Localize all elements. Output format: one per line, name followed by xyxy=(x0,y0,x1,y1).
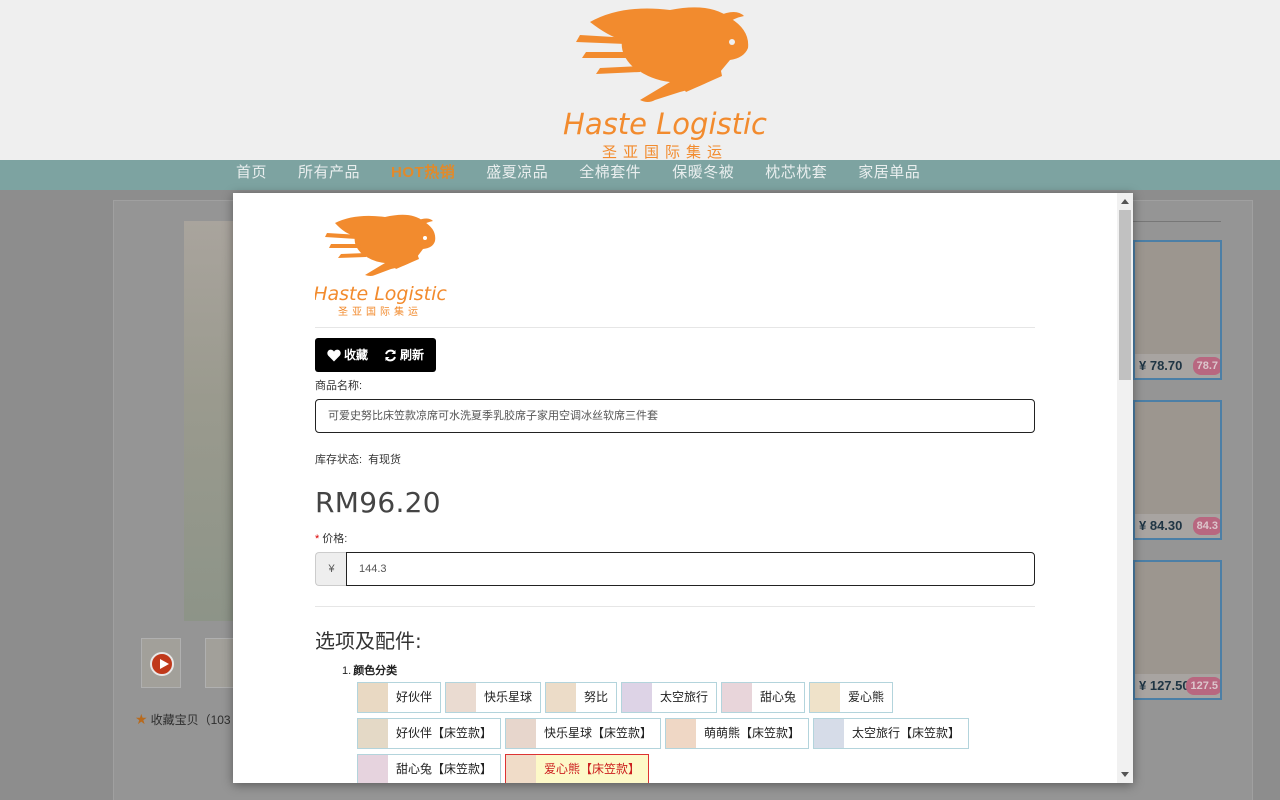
nav-item[interactable]: 首页 xyxy=(236,160,267,190)
option-swatch-image xyxy=(358,719,388,748)
nav-item[interactable]: 保暖冬被 xyxy=(672,160,734,190)
related-product-price: ¥ 84.30 84.3 xyxy=(1135,514,1220,538)
options-title: 选项及配件: xyxy=(315,629,422,653)
option-label: 甜心兔【床笠款】 xyxy=(395,762,492,776)
site-header: Haste Logistic 圣亚国际集运 xyxy=(0,0,1280,160)
option-label: 努比 xyxy=(583,690,608,704)
color-option[interactable]: 萌萌熊【床笠款】 xyxy=(665,718,809,749)
option-swatch-image xyxy=(446,683,476,712)
nav-item[interactable]: HOT热销 xyxy=(391,160,455,190)
svg-text:Haste Logistic: Haste Logistic xyxy=(315,283,447,305)
heart-icon xyxy=(327,349,341,361)
option-label: 快乐星球【床笠款】 xyxy=(543,726,652,740)
color-option[interactable]: 太空旅行 xyxy=(621,682,717,713)
main-navbar: 首页 所有产品 HOT热销 盛夏凉品 全棉套件 保暖冬被 枕芯枕套 家居单品 xyxy=(0,160,1280,190)
related-product-card[interactable]: ¥ 84.30 84.3 xyxy=(1133,400,1222,540)
divider xyxy=(1133,221,1221,222)
option-label: 萌萌熊【床笠款】 xyxy=(703,726,800,740)
option-label: 太空旅行【床笠款】 xyxy=(851,726,960,740)
refresh-button[interactable]: 刷新 xyxy=(376,338,432,372)
color-option[interactable]: 好伙伴 xyxy=(357,682,441,713)
option-swatch-image xyxy=(622,683,652,712)
nav-item[interactable]: 所有产品 xyxy=(298,160,360,190)
color-option[interactable]: 太空旅行【床笠款】 xyxy=(813,718,969,749)
currency-addon: ¥ xyxy=(315,552,347,586)
color-option[interactable]: 好伙伴【床笠款】 xyxy=(357,718,501,749)
svg-text:Haste Logistic: Haste Logistic xyxy=(563,107,767,141)
haste-logistic-logo[interactable]: Haste Logistic 圣亚国际集运 xyxy=(560,0,770,160)
option-label: 甜心兔 xyxy=(759,690,796,704)
price-label: * 价格: xyxy=(315,533,348,545)
image-thumbnail[interactable] xyxy=(205,638,234,688)
video-thumbnail[interactable] xyxy=(141,638,181,688)
option-swatch-image xyxy=(666,719,696,748)
option-label: 好伙伴【床笠款】 xyxy=(395,726,492,740)
option-swatch-image xyxy=(358,683,388,712)
option-swatch-image xyxy=(546,683,576,712)
svg-text:圣亚国际集运: 圣亚国际集运 xyxy=(338,305,422,318)
option-swatch-image xyxy=(358,755,388,783)
product-name-field[interactable]: 可爱史努比床笠款凉席可水洗夏季乳胶席子家用空调冰丝软席三件套 xyxy=(315,399,1035,433)
option-label: 爱心熊 xyxy=(847,690,884,704)
option-group-title: 1. 颜色分类 xyxy=(342,665,398,677)
option-swatch-image xyxy=(506,755,536,783)
color-option[interactable]: 爱心熊 xyxy=(809,682,893,713)
related-product-card[interactable]: ¥ 78.70 78.7 xyxy=(1133,240,1222,380)
divider xyxy=(315,606,1035,607)
option-swatch-image xyxy=(814,719,844,748)
color-option[interactable]: 甜心兔 xyxy=(721,682,805,713)
option-swatch-image xyxy=(506,719,536,748)
star-icon: ★ xyxy=(135,711,148,727)
scroll-down-arrow[interactable] xyxy=(1121,772,1129,777)
scrollbar-thumb[interactable] xyxy=(1119,210,1131,380)
svg-text:圣亚国际集运: 圣亚国际集运 xyxy=(602,143,728,160)
color-option[interactable]: 快乐星球【床笠款】 xyxy=(505,718,661,749)
nav-item[interactable]: 全棉套件 xyxy=(579,160,641,190)
stock-status: 库存状态: 有现货 xyxy=(315,454,402,466)
price-input[interactable]: 144.3 xyxy=(346,552,1035,586)
option-label: 好伙伴 xyxy=(395,690,432,704)
related-product-price: ¥ 78.70 78.7 xyxy=(1135,354,1220,378)
product-modal: Haste Logistic 圣亚国际集运 收藏 刷新 商品名称: 可爱史努比床… xyxy=(233,193,1133,783)
nav-item[interactable]: 枕芯枕套 xyxy=(765,160,827,190)
option-label: 太空旅行 xyxy=(659,690,708,704)
option-swatch-image xyxy=(722,683,752,712)
price-display: RM96.20 xyxy=(315,486,441,519)
option-swatch-image xyxy=(810,683,840,712)
nav-list: 首页 所有产品 HOT热销 盛夏凉品 全棉套件 保暖冬被 枕芯枕套 家居单品 xyxy=(236,160,951,190)
refresh-icon xyxy=(385,349,396,361)
color-option[interactable]: 爱心熊【床笠款】 xyxy=(505,754,649,783)
product-main-image xyxy=(184,221,234,621)
related-product-card[interactable]: ¥ 127.50 127.5 xyxy=(1133,560,1222,700)
haste-logistic-logo: Haste Logistic 圣亚国际集运 xyxy=(315,214,447,318)
nav-item[interactable]: 盛夏凉品 xyxy=(486,160,548,190)
action-button-group: 收藏 刷新 xyxy=(315,338,437,372)
favorite-button[interactable]: 收藏 xyxy=(319,338,376,372)
related-product-price: ¥ 127.50 127.5 xyxy=(1135,674,1220,698)
color-option[interactable]: 快乐星球 xyxy=(445,682,541,713)
play-icon[interactable] xyxy=(150,652,174,676)
color-option[interactable]: 努比 xyxy=(545,682,617,713)
option-label: 快乐星球 xyxy=(483,690,532,704)
option-label: 爱心熊【床笠款】 xyxy=(543,762,640,776)
favorite-item-link[interactable]: ★ 收藏宝贝（103 xyxy=(135,711,231,728)
scroll-up-arrow[interactable] xyxy=(1121,199,1129,204)
product-name-label: 商品名称: xyxy=(315,380,363,392)
nav-item[interactable]: 家居单品 xyxy=(858,160,920,190)
color-option[interactable]: 甜心兔【床笠款】 xyxy=(357,754,501,783)
divider xyxy=(315,327,1035,328)
modal-scrollbar[interactable] xyxy=(1117,193,1133,783)
